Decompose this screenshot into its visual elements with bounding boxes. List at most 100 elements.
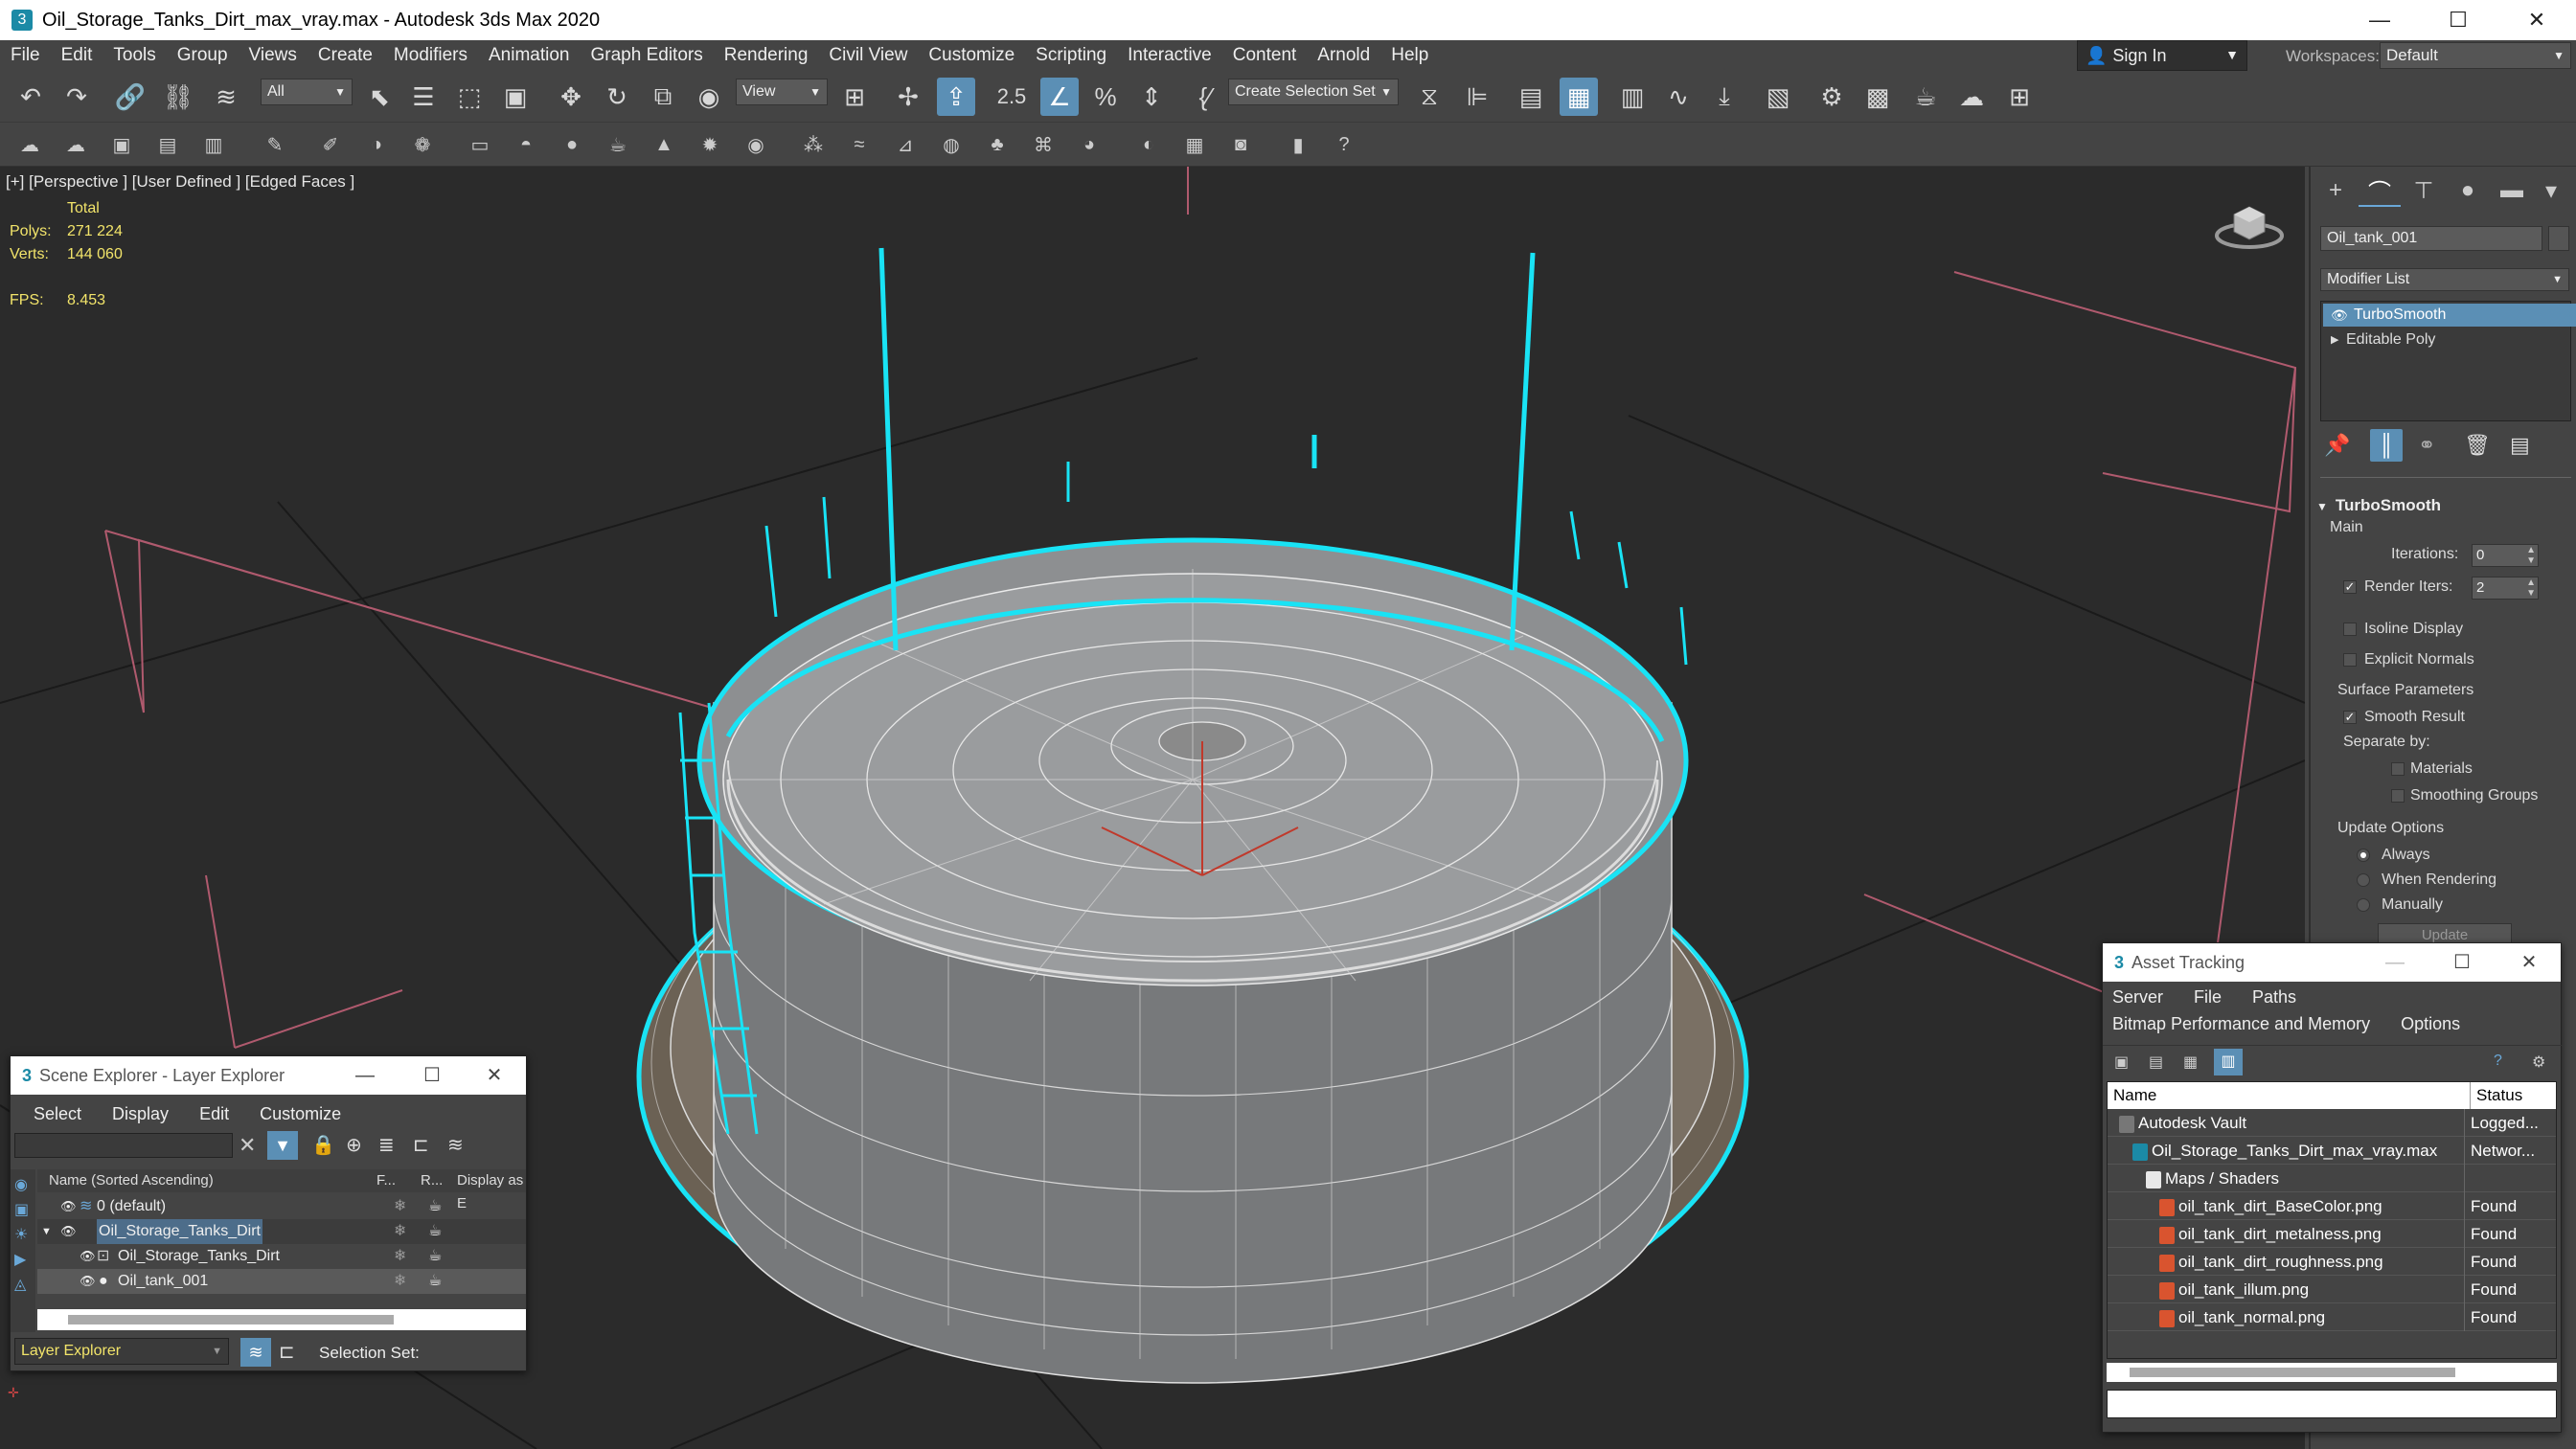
display-tab-icon[interactable]: ▬: [2491, 174, 2533, 207]
column-name-header[interactable]: Name (Sorted Ascending): [49, 1169, 214, 1192]
select-by-name-icon[interactable]: ☰: [404, 78, 443, 116]
minimize-button[interactable]: —: [2340, 0, 2419, 40]
visibility-eye-icon[interactable]: 👁: [60, 1219, 77, 1244]
link-icon[interactable]: 🔗: [111, 78, 149, 116]
menu-server[interactable]: Server: [2097, 987, 2178, 1008]
layers-toggle-icon[interactable]: ≋: [240, 1338, 271, 1367]
select-object-icon[interactable]: ⬉: [360, 78, 399, 116]
materials-checkbox[interactable]: [2391, 762, 2405, 776]
smoothing-groups-checkbox[interactable]: [2391, 789, 2405, 803]
hierarchy-toggle-icon[interactable]: ⊏: [279, 1340, 295, 1364]
scene-explorer-title-bar[interactable]: 3 Scene Explorer - Layer Explorer — ☐ ✕: [11, 1056, 526, 1095]
brush-icon[interactable]: ✐: [316, 130, 345, 159]
globe-icon[interactable]: ◍: [937, 130, 966, 159]
redo-icon[interactable]: ↷: [57, 78, 96, 116]
sphere-icon[interactable]: ◑: [362, 130, 391, 159]
modify-tab-icon[interactable]: ⌒: [2359, 174, 2401, 207]
asset-tracking-title-bar[interactable]: 3 Asset Tracking — ☐ ✕: [2103, 943, 2561, 982]
close-button[interactable]: ✕: [2496, 943, 2563, 982]
menu-modifiers[interactable]: Modifiers: [383, 45, 478, 66]
object-row[interactable]: 👁 ● Oil_tank_001 ❄ ☕: [37, 1269, 526, 1294]
horizontal-scrollbar[interactable]: [37, 1309, 526, 1330]
render-activeshade-icon[interactable]: ☁: [1952, 78, 1991, 116]
teapot-icon[interactable]: ☕: [604, 130, 632, 159]
named-selection-dropdown[interactable]: Create Selection Set ▼: [1228, 79, 1399, 105]
sphere-light-icon[interactable]: ●: [558, 130, 586, 159]
populate-icon[interactable]: ❁: [408, 130, 437, 159]
render-setup-icon[interactable]: ⚙: [1812, 78, 1851, 116]
expand-icon[interactable]: ▶: [2331, 328, 2338, 351]
clear-search-icon[interactable]: ✕: [239, 1133, 256, 1158]
dome-icon[interactable]: ◓: [512, 130, 540, 159]
snaps-toggle-icon[interactable]: 2.5: [992, 78, 1031, 116]
object-view-icon[interactable]: ▣: [14, 1200, 32, 1219]
menu-customize[interactable]: Customize: [918, 45, 1025, 66]
layers-icon[interactable]: ≣: [378, 1133, 395, 1157]
material-editor-icon[interactable]: ▧: [1759, 78, 1797, 116]
percent-snap-icon[interactable]: %: [1086, 78, 1125, 116]
asset-row[interactable]: oil_tank_dirt_metalness.png Found: [2108, 1220, 2556, 1248]
iterations-spinner[interactable]: 0 ▲ ▼: [2472, 544, 2539, 567]
container-icon[interactable]: ▣: [107, 130, 136, 159]
visibility-eye-icon[interactable]: 👁: [80, 1269, 96, 1294]
menu-group[interactable]: Group: [167, 45, 239, 66]
menu-interactive[interactable]: Interactive: [1117, 45, 1222, 66]
motion-tab-icon[interactable]: ●: [2447, 174, 2489, 207]
asset-row[interactable]: oil_tank_illum.png Found: [2108, 1276, 2556, 1303]
column-freeze-header[interactable]: F...: [376, 1169, 396, 1192]
menu-edit[interactable]: Edit: [184, 1104, 244, 1124]
turbosmooth-rollout-header[interactable]: ▼ TurboSmooth: [2316, 496, 2441, 515]
stack-item-editable-poly[interactable]: ▶ Editable Poly: [2323, 328, 2576, 351]
when-rendering-radio[interactable]: [2357, 873, 2370, 887]
help-icon[interactable]: ?: [1330, 130, 1358, 159]
file-icon[interactable]: ▮: [1284, 130, 1312, 159]
unlink-icon[interactable]: ⛓: [159, 78, 197, 116]
plant-icon[interactable]: ♣: [983, 130, 1012, 159]
isoline-display-checkbox[interactable]: [2343, 623, 2357, 636]
edit-named-selection-icon[interactable]: {⁄: [1186, 78, 1224, 116]
material-ball-icon[interactable]: ◕: [1075, 130, 1104, 159]
object-row[interactable]: 👁 ⊡ Oil_Storage_Tanks_Dirt ❄ ☕: [37, 1244, 526, 1269]
bind-spacewarp-icon[interactable]: ≋: [207, 78, 245, 116]
layer-icon[interactable]: ▥: [199, 130, 228, 159]
list-icon[interactable]: ▤: [153, 130, 182, 159]
reference-coordinate-dropdown[interactable]: View ▼: [736, 79, 828, 105]
column-name-header[interactable]: Name: [2113, 1082, 2156, 1109]
cone-light-icon[interactable]: ▲: [650, 130, 678, 159]
fur-icon[interactable]: ⌘: [1029, 130, 1058, 159]
light-view-icon[interactable]: ☀: [14, 1225, 32, 1244]
menu-graph-editors[interactable]: Graph Editors: [581, 45, 714, 66]
lock-icon[interactable]: 🔒: [311, 1133, 335, 1157]
scene-icon[interactable]: ☁: [15, 130, 44, 159]
mesh-icon[interactable]: ⊿: [891, 130, 920, 159]
schematic-view-icon[interactable]: ⤓: [1705, 78, 1744, 116]
make-unique-icon[interactable]: ⚭: [2418, 433, 2435, 458]
always-radio[interactable]: [2357, 849, 2370, 862]
tree-view-icon[interactable]: ▦: [2183, 1053, 2198, 1072]
align-icon[interactable]: ⊫: [1458, 78, 1496, 116]
menu-civil-view[interactable]: Civil View: [818, 45, 918, 66]
freeze-icon[interactable]: ❄: [394, 1269, 406, 1294]
menu-options[interactable]: Options: [2385, 1014, 2475, 1034]
pin-stack-icon[interactable]: 📌: [2324, 433, 2350, 458]
menu-select[interactable]: Select: [18, 1104, 97, 1124]
scale-icon[interactable]: ⧉: [644, 78, 682, 116]
plane-icon[interactable]: ▭: [466, 130, 494, 159]
layer-row[interactable]: ▼ 👁 Oil_Storage_Tanks_Dirt ❄ ☕: [37, 1219, 526, 1244]
utilities-tab-icon[interactable]: ▾: [2535, 174, 2567, 207]
menu-rendering[interactable]: Rendering: [714, 45, 819, 66]
freeze-icon[interactable]: ❄: [394, 1244, 406, 1269]
helper-view-icon[interactable]: ◬: [14, 1275, 32, 1294]
menu-animation[interactable]: Animation: [478, 45, 581, 66]
menu-views[interactable]: Views: [239, 45, 308, 66]
lights-icon[interactable]: ◙: [1226, 130, 1255, 159]
maximize-button[interactable]: ☐: [2428, 943, 2496, 982]
list-view-icon[interactable]: ▤: [2149, 1053, 2163, 1072]
layer-view-icon[interactable]: ◉: [14, 1175, 32, 1194]
pivot-center-icon[interactable]: ⊞: [835, 78, 874, 116]
window-crossing-icon[interactable]: ▣: [496, 78, 535, 116]
camera-view-icon[interactable]: ▶: [14, 1250, 32, 1269]
hierarchy-tab-icon[interactable]: ⊤: [2403, 174, 2445, 207]
scrollbar-thumb[interactable]: [2130, 1368, 2455, 1377]
rotate-icon[interactable]: ↻: [598, 78, 636, 116]
